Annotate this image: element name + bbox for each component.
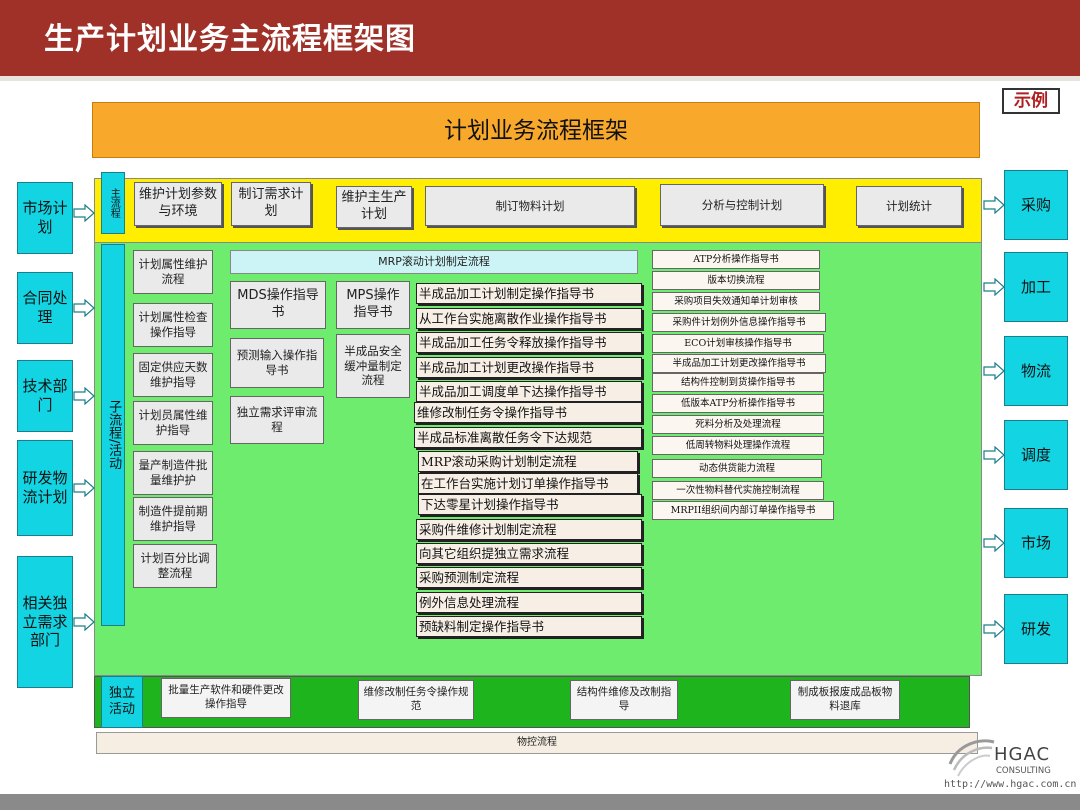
company-logo-subtitle: CONSULTING [996, 766, 1051, 776]
analysis-document-item[interactable]: MRPII组织间内部订单操作指导书 [652, 501, 834, 520]
sub-activity-item[interactable]: 计划属性检查操作指导 [133, 303, 213, 347]
independent-activity-item[interactable]: 制成板报废成品板物料退库 [790, 680, 900, 720]
mrp-document-item[interactable]: 采购件维修计划制定流程 [416, 519, 642, 540]
input-contract-processing[interactable]: 合同处理 [17, 272, 73, 344]
analysis-document-item[interactable]: 采购项目失效通知单计划审核 [652, 292, 820, 311]
input-rd-logistics-plan[interactable]: 研发物流计划 [17, 440, 73, 536]
arrow-right-icon [73, 204, 95, 222]
mrp-document-item[interactable]: 在工作台实施计划订单操作指导书 [418, 473, 638, 494]
output-scheduling[interactable]: 调度 [1004, 420, 1068, 490]
mrp-document-item[interactable]: 采购预测制定流程 [416, 567, 642, 588]
footer-strip [0, 794, 1080, 810]
main-flow-item[interactable]: 维护主生产计划 [336, 186, 412, 228]
mps-guide[interactable]: MPS操作指导书 [336, 281, 410, 329]
mrp-document-item[interactable]: 维修改制任务令操作指导书 [414, 402, 642, 423]
main-flow-item[interactable]: 计划统计 [856, 186, 962, 226]
mrp-document-item[interactable]: 向其它组织提独立需求流程 [416, 543, 642, 564]
arrow-right-icon [73, 299, 95, 317]
mrp-document-item[interactable]: 半成品加工任务令释放操作指导书 [416, 332, 642, 353]
material-control-flow: 物控流程 [96, 732, 978, 754]
main-flow-item[interactable]: 制订需求计划 [231, 182, 311, 226]
sub-activity-item[interactable]: 量产制造件批量维护护 [133, 451, 213, 495]
arrow-right-icon [983, 446, 1005, 464]
independent-activity-label: 独立活动 [101, 676, 143, 728]
output-rd[interactable]: 研发 [1004, 594, 1068, 664]
page-title: 生产计划业务主流程框架图 [44, 22, 416, 57]
legend-link[interactable]: 示例 [1002, 88, 1060, 114]
output-purchasing[interactable]: 采购 [1004, 170, 1068, 240]
analysis-document-item[interactable]: 死料分析及处理流程 [652, 415, 824, 434]
mrp-document-item[interactable]: 半成品加工计划制定操作指导书 [416, 283, 642, 304]
arrow-right-icon [983, 620, 1005, 638]
mrp-document-item[interactable]: 半成品加工计划更改操作指导书 [416, 357, 642, 378]
company-url[interactable]: http://www.hgac.com.cn [944, 779, 1076, 790]
mrp-document-item[interactable]: 半成品加工调度单下达操作指导书 [416, 381, 642, 402]
output-market[interactable]: 市场 [1004, 508, 1068, 578]
analysis-document-item[interactable]: ATP分析操作指导书 [652, 250, 820, 269]
mrp-document-item[interactable]: 下达零星计划操作指导书 [418, 494, 642, 515]
arrow-right-icon [983, 278, 1005, 296]
mds-guide[interactable]: 独立需求评审流程 [230, 396, 324, 444]
framework-banner: 计划业务流程框架 [92, 102, 980, 158]
analysis-document-item[interactable]: 版本切换流程 [652, 271, 820, 290]
analysis-document-item[interactable]: ECO计划审核操作指导书 [652, 334, 824, 353]
main-flow-item[interactable]: 制订物料计划 [425, 186, 635, 226]
main-flow-item[interactable]: 维护计划参数与环境 [134, 182, 222, 226]
mrp-rolling-plan-header[interactable]: MRP滚动计划制定流程 [230, 250, 638, 274]
arrow-right-icon [983, 362, 1005, 380]
independent-activity-item[interactable]: 维修改制任务令操作规范 [358, 680, 474, 720]
mrp-document-item[interactable]: 从工作台实施离散作业操作指导书 [416, 308, 642, 329]
independent-activity-item[interactable]: 批量生产软件和硬件更改操作指导 [161, 678, 291, 718]
main-flow-label: 主流程 [101, 172, 125, 234]
analysis-document-item[interactable]: 低周转物料处理操作流程 [652, 436, 824, 455]
arrow-right-icon [983, 196, 1005, 214]
input-market-plan[interactable]: 市场计划 [17, 182, 73, 254]
hgac-logo-icon [944, 734, 998, 782]
input-technical-department[interactable]: 技术部门 [17, 360, 73, 432]
analysis-document-item[interactable]: 动态供货能力流程 [652, 459, 822, 478]
sub-activity-item[interactable]: 计划员属性维护指导 [133, 401, 213, 445]
output-processing[interactable]: 加工 [1004, 252, 1068, 322]
mrp-document-item[interactable]: 例外信息处理流程 [416, 592, 642, 613]
analysis-document-item[interactable]: 采购件计划例外信息操作指导书 [652, 313, 826, 332]
sub-activity-item[interactable]: 固定供应天数维护指导 [133, 353, 213, 397]
arrow-right-icon [983, 534, 1005, 552]
output-logistics[interactable]: 物流 [1004, 336, 1068, 406]
company-logo: HGAC [994, 744, 1051, 765]
mds-guide[interactable]: MDS操作指导书 [230, 281, 326, 329]
mds-guide[interactable]: 预测输入操作指导书 [230, 338, 324, 388]
header-divider [0, 76, 1080, 81]
sub-activity-item[interactable]: 计划百分比调整流程 [133, 544, 217, 588]
sub-activity-item[interactable]: 计划属性维护流程 [133, 250, 213, 294]
sub-flow-label: 子流程/活动 [101, 244, 125, 626]
analysis-document-item[interactable]: 结构件控制到货操作指导书 [652, 373, 824, 392]
independent-activity-item[interactable]: 结构件维修及改制指导 [570, 680, 678, 720]
main-flow-item[interactable]: 分析与控制计划 [660, 184, 824, 226]
mrp-document-item[interactable]: MRP滚动采购计划制定流程 [418, 451, 638, 472]
mrp-document-item[interactable]: 预缺料制定操作指导书 [416, 616, 642, 637]
sub-activity-item[interactable]: 制造件提前期维护指导 [133, 497, 213, 541]
analysis-document-item[interactable]: 半成品加工计划更改操作指导书 [652, 354, 826, 373]
analysis-document-item[interactable]: 低版本ATP分析操作指导书 [652, 394, 824, 413]
mrp-document-item[interactable]: 半成品标准离散任务令下达规范 [414, 427, 642, 448]
arrow-right-icon [73, 613, 95, 631]
arrow-right-icon [73, 479, 95, 497]
mps-guide[interactable]: 半成品安全缓冲量制定流程 [336, 334, 410, 398]
input-independent-demand-dept[interactable]: 相关独立需求部门 [17, 556, 73, 688]
arrow-right-icon [73, 387, 95, 405]
analysis-document-item[interactable]: 一次性物料替代实施控制流程 [652, 481, 824, 500]
